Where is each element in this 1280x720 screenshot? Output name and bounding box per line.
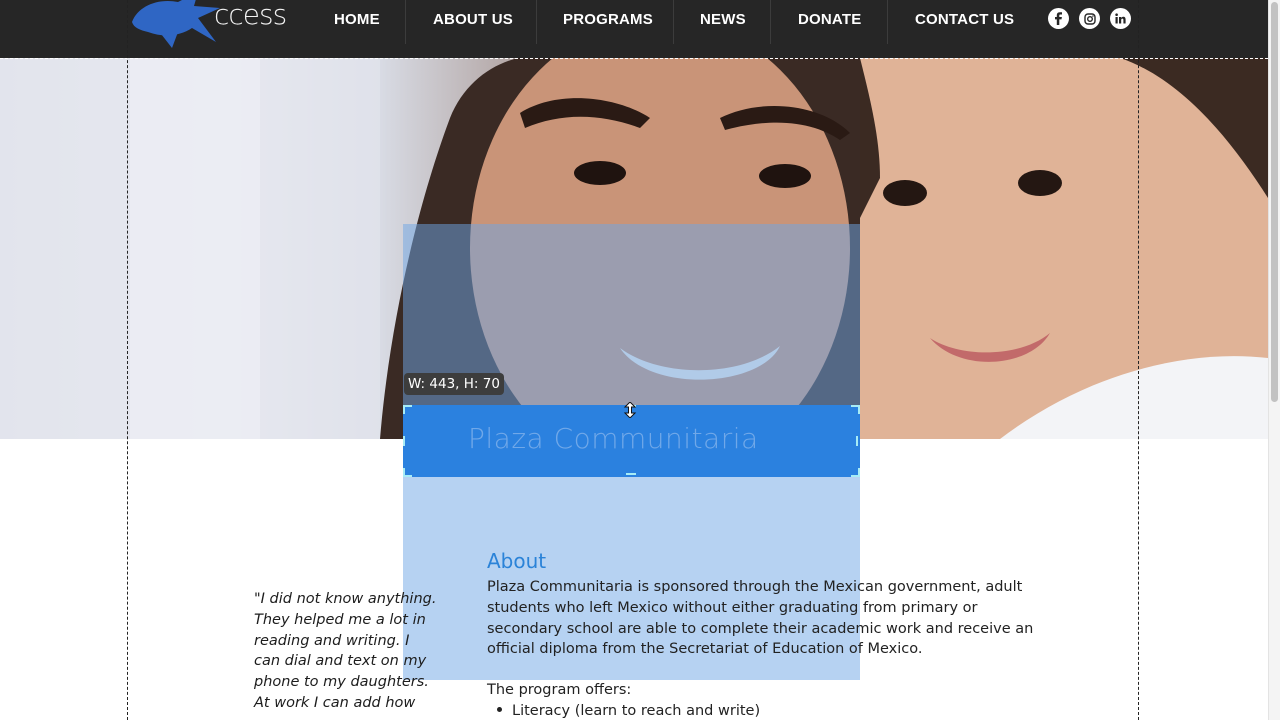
resize-handle-right[interactable] [856,436,858,446]
nav-item-contact-us[interactable]: CONTACT US [888,0,1028,38]
resize-handle-left[interactable] [403,436,405,446]
nav-item-about-us[interactable]: ABOUT US [406,0,537,44]
about-line: secondary school are able to complete th… [487,620,1034,637]
editor-canvas: ccess HOME ABOUT US PROGRAMS NEWS DONATE… [0,0,1280,720]
scrollbar-thumb[interactable] [1271,2,1278,402]
social-links [1048,8,1131,29]
nav-label: ABOUT US [433,10,513,28]
offer-list-item: Literacy (learn to reach and write) [497,701,760,720]
about-line: Plaza Communitaria is sponsored through … [487,579,1023,595]
offer-text: Literacy (learn to reach and write) [512,703,761,719]
about-heading: About [487,549,547,573]
logo-text[interactable]: ccess [214,0,287,31]
quote-line: reading and writing. I [254,632,410,649]
resize-handle-top-right[interactable] [851,405,860,414]
resize-handle-bottom-right[interactable] [851,468,860,477]
quote-line: At work I can add how [254,694,416,711]
size-tooltip: W: 443, H: 70 [404,373,504,395]
quote-line: They helped me a lot in [254,611,426,628]
guide-line-horizontal [0,58,1268,59]
about-line: official diploma from the Secretariat of… [487,641,923,658]
nav-label: NEWS [700,10,746,28]
nav-item-programs[interactable]: PROGRAMS [537,0,674,44]
resize-handle-top-left[interactable] [403,405,412,414]
about-line: students who left Mexico without either … [487,599,978,616]
resize-handle-bottom[interactable] [626,473,636,475]
guide-line-right [1138,0,1139,720]
resize-cursor-icon [623,402,637,418]
nav-label: HOME [334,10,380,28]
linkedin-icon[interactable] [1110,8,1131,29]
site-header: ccess HOME ABOUT US PROGRAMS NEWS DONATE… [0,0,1268,58]
selected-title-text[interactable]: Plaza Communitaria [468,422,759,455]
logo-bird-icon[interactable] [128,0,223,48]
nav-label: DONATE [798,10,862,28]
instagram-icon[interactable] [1079,8,1100,29]
nav-label: CONTACT US [915,10,1015,28]
quote-line: can dial and text on my [254,653,427,670]
nav-item-donate[interactable]: DONATE [771,0,888,44]
facebook-icon[interactable] [1048,8,1069,29]
guide-line-left [127,0,128,720]
quote-line: "I did not know anything. [254,591,437,607]
main-nav: HOME ABOUT US PROGRAMS NEWS DONATE CONTA… [306,0,1028,44]
nav-item-home[interactable]: HOME [306,0,406,44]
bullet-icon [497,706,502,712]
nav-item-news[interactable]: NEWS [674,0,771,44]
testimonial-quote: "I did not know anything. They helped me… [254,589,437,714]
about-paragraph: Plaza Communitaria is sponsored through … [487,577,1047,660]
resize-handle-bottom-left[interactable] [403,468,412,477]
offers-label: The program offers: [487,682,632,698]
nav-label: PROGRAMS [563,10,653,28]
quote-line: phone to my daughters. [254,674,429,691]
